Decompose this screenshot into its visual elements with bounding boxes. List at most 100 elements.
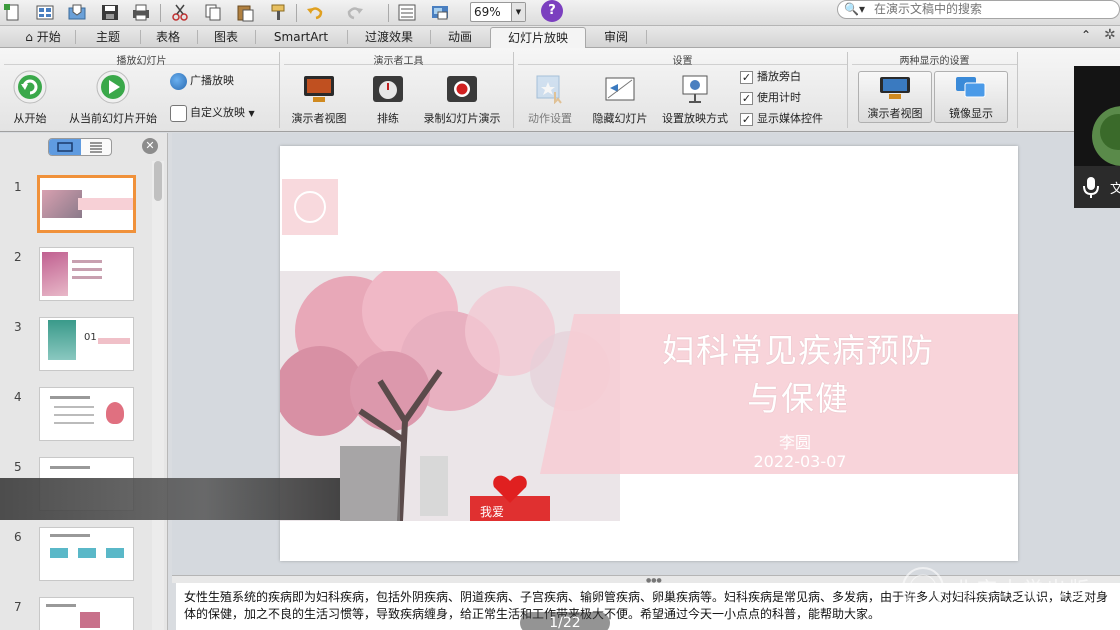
gear-icon[interactable]: ✲ [1104, 27, 1116, 43]
record-show-button[interactable]: 录制幻灯片演示 [420, 74, 504, 126]
check-mark-icon[interactable]: ✓ [740, 112, 753, 126]
collapse-ribbon-icon[interactable]: ⌃ [1081, 28, 1091, 42]
slide-thumbnail-image[interactable] [39, 247, 134, 301]
video-participant-tile[interactable]: 文 [1074, 66, 1120, 208]
slide-date[interactable]: 2022-03-07 [720, 452, 880, 471]
slide-thumbnail[interactable]: 2 [0, 247, 150, 307]
slides-view-button[interactable] [49, 139, 81, 155]
view-toggle [48, 138, 112, 156]
chevron-down-icon[interactable]: ▼ [511, 3, 525, 21]
play-from-start-button[interactable]: 从开始 [10, 70, 50, 126]
dual-presenter-view-button[interactable]: 演示者视图 [858, 71, 932, 123]
thumb-line [54, 422, 94, 424]
chevron-down-icon[interactable]: ▼ [249, 109, 255, 118]
action-settings-button[interactable]: 动作设置 [524, 74, 576, 126]
show-media-controls-checkbox[interactable]: ✓ 显示媒体控件 [740, 110, 823, 126]
tab-charts[interactable]: 图表 [204, 27, 248, 47]
slide-thumbnail-image[interactable] [39, 527, 134, 581]
tab-separator [646, 30, 647, 44]
presenter-view-button[interactable]: 演示者视图 [288, 74, 350, 126]
outline-view-icon [90, 142, 102, 153]
group-presenter-tools: 演示者工具 演示者视图 排练 录制幻灯片演示 [284, 52, 514, 128]
search-box[interactable]: 🔍▾ [837, 0, 1120, 19]
tab-smartart[interactable]: SmartArt [262, 27, 340, 47]
slide-thumbnail[interactable]: 3 01 [0, 317, 150, 377]
uterus-diagram-icon [106, 402, 124, 424]
search-icon[interactable]: 🔍▾ [844, 2, 865, 16]
hide-slide-button[interactable]: 隐藏幻灯片 [590, 74, 650, 126]
participant-name: 文 [1110, 182, 1120, 197]
microphone-icon[interactable] [1082, 176, 1100, 198]
play-icon [96, 70, 130, 104]
copy-icon[interactable] [203, 3, 223, 22]
tab-separator [347, 30, 348, 44]
close-icon[interactable]: ✕ [142, 138, 158, 154]
slide-thumbnail-image[interactable] [39, 597, 134, 630]
presenter-view-icon [880, 77, 910, 99]
slide-author[interactable]: 李圆 [740, 429, 850, 453]
tab-home[interactable]: ⌂ 开始 [18, 27, 68, 47]
slide-thumbnail[interactable]: 6 [0, 527, 150, 587]
check-mark-icon[interactable]: ✓ [740, 91, 753, 105]
print-icon[interactable] [131, 3, 151, 22]
thumb-line [46, 604, 76, 607]
open-icon[interactable] [67, 3, 87, 22]
tab-themes[interactable]: 主题 [82, 27, 134, 47]
slide-thumbnail[interactable]: 7 [0, 597, 150, 630]
zoom-select[interactable]: 69% ▼ [470, 2, 526, 22]
group-display-settings: 两种显示的设置 演示者视图 镜像显示 [852, 52, 1018, 128]
thumbnail-scrollbar[interactable] [152, 161, 164, 630]
undo-icon[interactable] [305, 3, 325, 22]
play-from-current-button[interactable]: 从当前幻灯片开始 [66, 70, 160, 126]
tab-separator [75, 30, 76, 44]
dual-presenter-view-label: 演示者视图 [867, 107, 923, 120]
cut-icon[interactable] [170, 3, 190, 22]
slide-title-line-1[interactable]: 妇科常见疾病预防 [648, 324, 948, 372]
group-title: 播放幻灯片 [4, 52, 279, 67]
slide-layout-icon[interactable] [397, 3, 417, 22]
toolbar-separator [296, 4, 297, 22]
play-from-start-label: 从开始 [13, 112, 47, 125]
broadcast-show-button[interactable]: 广播放映 [170, 72, 234, 90]
help-icon[interactable]: ? [541, 0, 563, 22]
redo-icon[interactable] [345, 3, 365, 22]
tab-separator [197, 30, 198, 44]
tab-transitions[interactable]: 过渡效果 [354, 27, 424, 47]
save-icon[interactable] [100, 3, 120, 22]
play-narration-checkbox[interactable]: ✓ 播放旁白 [740, 68, 801, 84]
template-gallery-icon[interactable] [35, 3, 55, 22]
use-timings-checkbox[interactable]: ✓ 使用计时 [740, 89, 801, 105]
outline-view-button[interactable] [81, 139, 111, 155]
tab-review[interactable]: 审阅 [592, 27, 640, 47]
media-browser-icon[interactable] [430, 3, 450, 22]
stopwatch-icon [373, 76, 403, 102]
rehearse-button[interactable]: 排练 [368, 74, 408, 126]
tab-tables[interactable]: 表格 [146, 27, 190, 47]
scrollbar-thumb[interactable] [154, 161, 162, 201]
format-painter-icon[interactable] [268, 3, 288, 22]
tab-slide-show[interactable]: 幻灯片放映 [490, 27, 586, 49]
banner-text: 我爱 [480, 505, 504, 519]
search-input[interactable] [874, 2, 1104, 16]
custom-show-button[interactable]: 自定义放映 ▼ [170, 104, 255, 122]
tab-separator [140, 30, 141, 44]
slide-thumbnail-image[interactable] [39, 387, 134, 441]
slide-thumbnail[interactable]: 1 [0, 175, 150, 237]
slide-thumbnail-image[interactable]: 01 [39, 317, 134, 371]
slide-thumbnail-image[interactable] [37, 175, 136, 233]
setup-show-button[interactable]: 设置放映方式 [660, 74, 730, 126]
hospital-logo-icon [282, 179, 338, 235]
check-mark-icon[interactable]: ✓ [740, 70, 753, 84]
thumb-photo [42, 190, 82, 218]
mirror-display-button[interactable]: 镜像显示 [934, 71, 1008, 123]
current-slide[interactable]: 我爱 妇科常见疾病预防 与保健 李圆 2022-03-07 [280, 146, 1018, 561]
rehearse-label: 排练 [377, 112, 399, 125]
slide-number: 3 [14, 320, 22, 334]
group-title: 演示者工具 [284, 52, 513, 67]
slide-thumbnail[interactable]: 4 [0, 387, 150, 447]
paste-icon[interactable] [235, 3, 255, 22]
slide-title-line-2[interactable]: 与保健 [648, 372, 948, 420]
slide-number: 5 [14, 460, 22, 474]
tab-animations[interactable]: 动画 [436, 27, 484, 47]
new-document-icon[interactable] [3, 3, 23, 22]
